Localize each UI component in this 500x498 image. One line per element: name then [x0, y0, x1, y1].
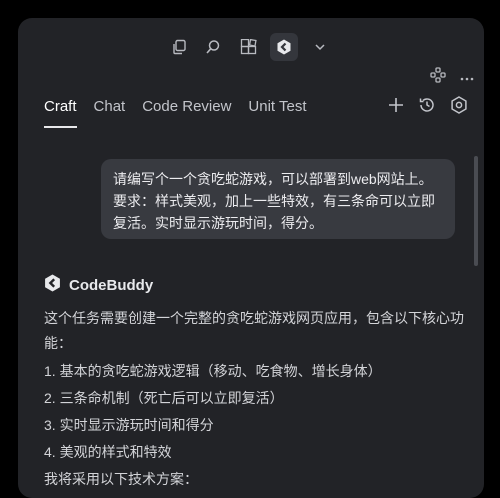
- mode-tabs: Craft Chat Code Review Unit Test: [44, 98, 324, 128]
- reply-item: 4. 美观的样式和特效: [44, 444, 172, 460]
- reply-item: 1. 基本的贪吃蛇游戏逻辑（移动、吃食物、增长身体）: [44, 363, 382, 379]
- plugin-icon[interactable]: [430, 66, 446, 88]
- assistant-name: CodeBuddy: [69, 277, 154, 294]
- chevron-down-icon[interactable]: [306, 33, 334, 61]
- tab-unit-test[interactable]: Unit Test: [248, 98, 306, 128]
- secondary-actions: [430, 66, 474, 88]
- tab-actions: [388, 96, 468, 119]
- history-icon[interactable]: [418, 96, 436, 119]
- codebuddy-panel: Craft Chat Code Review Unit Test 请编写个一个贪…: [18, 18, 484, 498]
- reply-item: 3. 实时显示游玩时间和得分: [44, 417, 214, 433]
- user-message: 请编写个一个贪吃蛇游戏，可以部署到web网站上。要求：样式美观，加上一些特效，有…: [101, 159, 455, 239]
- settings-icon[interactable]: [450, 96, 468, 119]
- top-toolbar: [18, 30, 484, 64]
- reply-intro: 这个任务需要创建一个完整的贪吃蛇游戏网页应用，包含以下核心功能：: [44, 310, 464, 351]
- extensions-icon[interactable]: [234, 33, 262, 61]
- codebuddy-logo-icon: [44, 274, 61, 297]
- scrollbar[interactable]: [474, 156, 478, 266]
- codebuddy-icon[interactable]: [270, 33, 298, 61]
- copy-icon[interactable]: [165, 33, 193, 61]
- tab-code-review[interactable]: Code Review: [142, 98, 231, 128]
- plus-icon[interactable]: [388, 97, 404, 118]
- assistant-header: CodeBuddy: [44, 274, 153, 297]
- search-icon[interactable]: [199, 33, 227, 61]
- assistant-reply: 这个任务需要创建一个完整的贪吃蛇游戏网页应用，包含以下核心功能： 1. 基本的贪…: [44, 306, 464, 493]
- more-icon[interactable]: [460, 68, 474, 86]
- reply-item: 2. 三条命机制（死亡后可以立即复活）: [44, 390, 284, 406]
- tab-chat[interactable]: Chat: [94, 98, 126, 128]
- tab-craft[interactable]: Craft: [44, 98, 77, 128]
- reply-outro: 我将采用以下技术方案：: [44, 471, 198, 487]
